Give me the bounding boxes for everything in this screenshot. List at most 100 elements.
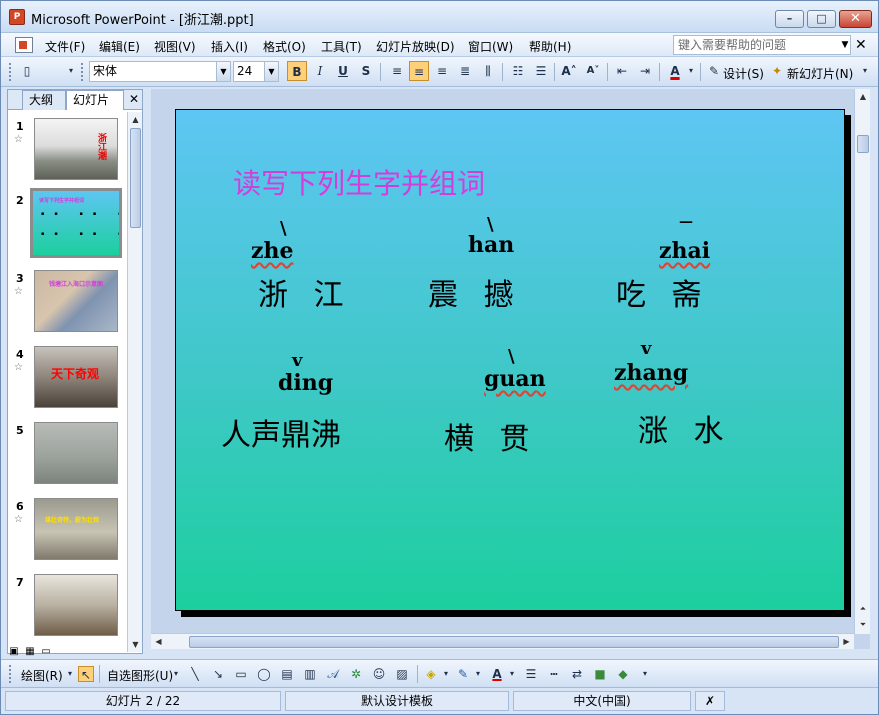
distribute-icon[interactable]: ⫼ [478, 61, 498, 81]
wordart-icon[interactable]: 𝒜 [325, 666, 341, 682]
thumbnail-row[interactable]: 1 ☆ 浙江潮 [8, 114, 126, 180]
font-name-select[interactable]: 宋体 ▼ [89, 61, 231, 82]
slide-canvas[interactable]: 读写下列生字并组词 \ zhe 浙 江 \ han 震 撼 — zhai 吃 斋… [175, 109, 845, 611]
toolbar-grip-2[interactable] [81, 63, 84, 81]
pinyin-text[interactable]: han [468, 232, 514, 258]
scroll-left-icon[interactable]: ◀ [151, 634, 166, 649]
bullet-list-icon[interactable]: ☰ [531, 61, 551, 81]
increase-font-icon[interactable]: A˄ [559, 61, 579, 81]
menu-edit[interactable]: 编辑(E) [99, 38, 140, 55]
slide-title[interactable]: 读写下列生字并组词 [233, 162, 485, 202]
scrollbar-thumb[interactable] [189, 636, 839, 648]
align-center-icon[interactable]: ≡ [409, 61, 429, 81]
menu-tools[interactable]: 工具(T) [321, 38, 362, 55]
slide-thumbnail[interactable] [34, 422, 118, 484]
autoshapes-button[interactable]: 自选图形(U) [107, 667, 173, 684]
chevron-down-icon[interactable]: ▾ [441, 666, 451, 682]
thumbnail-row[interactable]: 2 读写下列生字并组词 ▪▪ ▪▪ ▪▪ ▪▪ ▪▪ ▪▪ [8, 188, 126, 258]
tab-outline[interactable]: 大纲 [22, 90, 66, 110]
toolbar-grip[interactable] [9, 665, 12, 683]
font-color-icon[interactable]: A [489, 666, 505, 682]
chevron-down-icon[interactable]: ▾ [473, 666, 483, 682]
close-button[interactable]: ✕ [839, 10, 872, 28]
slide-thumbnail[interactable]: 雄壮奇特，蔚为壮观 [34, 498, 118, 560]
align-left-icon[interactable]: ≡ [387, 61, 407, 81]
rectangle-icon[interactable]: ▭ [233, 666, 249, 682]
line-color-icon[interactable]: ✎ [455, 666, 471, 682]
template-name[interactable]: 默认设计模板 [285, 691, 509, 711]
word-text[interactable]: 浙 江 [258, 270, 352, 314]
previous-slide-icon[interactable]: ⏶ [855, 601, 871, 616]
chevron-down-icon[interactable]: ▾ [171, 666, 181, 682]
maximize-button[interactable]: □ [807, 10, 836, 28]
textbox-icon[interactable]: ▤ [279, 666, 295, 682]
new-document-icon[interactable]: ▯ [17, 61, 37, 81]
thumbnail-row[interactable]: 4 ☆ 天下奇观 [8, 342, 126, 408]
help-search-input[interactable]: 键入需要帮助的问题 [673, 35, 851, 55]
slide-thumbnail[interactable]: 钱塘江入海口示意图 [34, 270, 118, 332]
menu-slideshow[interactable]: 幻灯片放映(D) [376, 38, 455, 55]
thumbnail-scrollbar[interactable]: ▲ ▼ [127, 112, 142, 652]
word-text[interactable]: 横 贯 [444, 414, 538, 458]
shadow-style-icon[interactable]: ■ [592, 666, 608, 682]
design-icon[interactable]: ✎ [704, 61, 724, 81]
toolbar-options-icon[interactable]: ▾ [859, 61, 871, 81]
draw-menu-button[interactable]: 绘图(R) [21, 667, 63, 684]
menu-window[interactable]: 窗口(W) [468, 38, 513, 55]
decrease-indent-icon[interactable]: ⇤ [612, 61, 632, 81]
next-slide-icon[interactable]: ⏷ [855, 617, 871, 632]
document-icon[interactable] [15, 37, 33, 53]
slide-thumbnail-selected[interactable]: 读写下列生字并组词 ▪▪ ▪▪ ▪▪ ▪▪ ▪▪ ▪▪ [30, 188, 122, 258]
justify-icon[interactable]: ≣ [455, 61, 475, 81]
spelling-status-icon[interactable]: ✗ [695, 691, 725, 711]
oval-icon[interactable]: ◯ [256, 666, 272, 682]
menu-help[interactable]: 帮助(H) [529, 38, 571, 55]
select-arrow-icon[interactable]: ↖ [78, 666, 94, 682]
fill-color-icon[interactable]: ◈ [423, 666, 439, 682]
toolbar-options-icon[interactable]: ▾ [639, 666, 651, 682]
vertical-textbox-icon[interactable]: ▥ [302, 666, 318, 682]
thumbnail-row[interactable]: 3 ☆ 钱塘江入海口示意图 [8, 266, 126, 332]
numbered-list-icon[interactable]: ☷ [508, 61, 528, 81]
bold-button[interactable]: B [287, 61, 307, 81]
3d-style-icon[interactable]: ◆ [615, 666, 631, 682]
minimize-button[interactable]: – [775, 10, 804, 28]
line-icon[interactable]: ╲ [187, 666, 203, 682]
slide-sorter-icon[interactable]: ▦ [23, 646, 37, 658]
italic-button[interactable]: I [310, 61, 330, 81]
scrollbar-thumb[interactable] [130, 128, 141, 228]
chevron-down-icon[interactable]: ▾ [507, 666, 517, 682]
word-text[interactable]: 人声鼎沸 [221, 410, 341, 454]
pinyin-text[interactable]: zhe [251, 238, 294, 264]
pinyin-text[interactable]: ding [278, 370, 333, 396]
pinyin-text[interactable]: guan [484, 366, 546, 392]
thumbnail-row[interactable]: 5 [8, 418, 126, 484]
align-right-icon[interactable]: ≡ [432, 61, 452, 81]
thumbnail-row[interactable]: 7 [8, 570, 126, 636]
pane-close-icon[interactable]: ✕ [129, 92, 139, 106]
vertical-scrollbar[interactable]: ▲ ⏶ ⏷ [854, 89, 870, 634]
clipart-icon[interactable]: ☺ [371, 666, 387, 682]
increase-indent-icon[interactable]: ⇥ [635, 61, 655, 81]
chevron-down-icon[interactable]: ▾ [65, 666, 75, 682]
design-button[interactable]: 设计(S) [723, 65, 764, 82]
diagram-icon[interactable]: ✲ [348, 666, 364, 682]
toolbar-options-icon[interactable]: ▾ [65, 61, 77, 81]
arrow-icon[interactable]: ↘ [210, 666, 226, 682]
font-size-select[interactable]: 24 ▼ [233, 61, 279, 82]
dash-style-icon[interactable]: ┅ [546, 666, 562, 682]
shadow-button[interactable]: S [356, 61, 376, 81]
pinyin-text[interactable]: zhang [614, 360, 688, 386]
word-text[interactable]: 涨 水 [638, 406, 732, 450]
menu-view[interactable]: 视图(V) [154, 38, 196, 55]
normal-view-icon[interactable]: ▣ [7, 646, 21, 658]
arrow-style-icon[interactable]: ⇄ [569, 666, 585, 682]
tab-slides[interactable]: 幻灯片 [66, 90, 124, 110]
help-dropdown-icon[interactable]: ▼ [838, 35, 852, 55]
font-color-icon[interactable]: A [665, 61, 685, 81]
underline-button[interactable]: U [333, 61, 353, 81]
scrollbar-thumb[interactable] [857, 135, 869, 153]
horizontal-scrollbar[interactable]: ◀ ▶ [151, 633, 854, 649]
scroll-right-icon[interactable]: ▶ [839, 634, 854, 649]
menu-file[interactable]: 文件(F) [45, 38, 85, 55]
